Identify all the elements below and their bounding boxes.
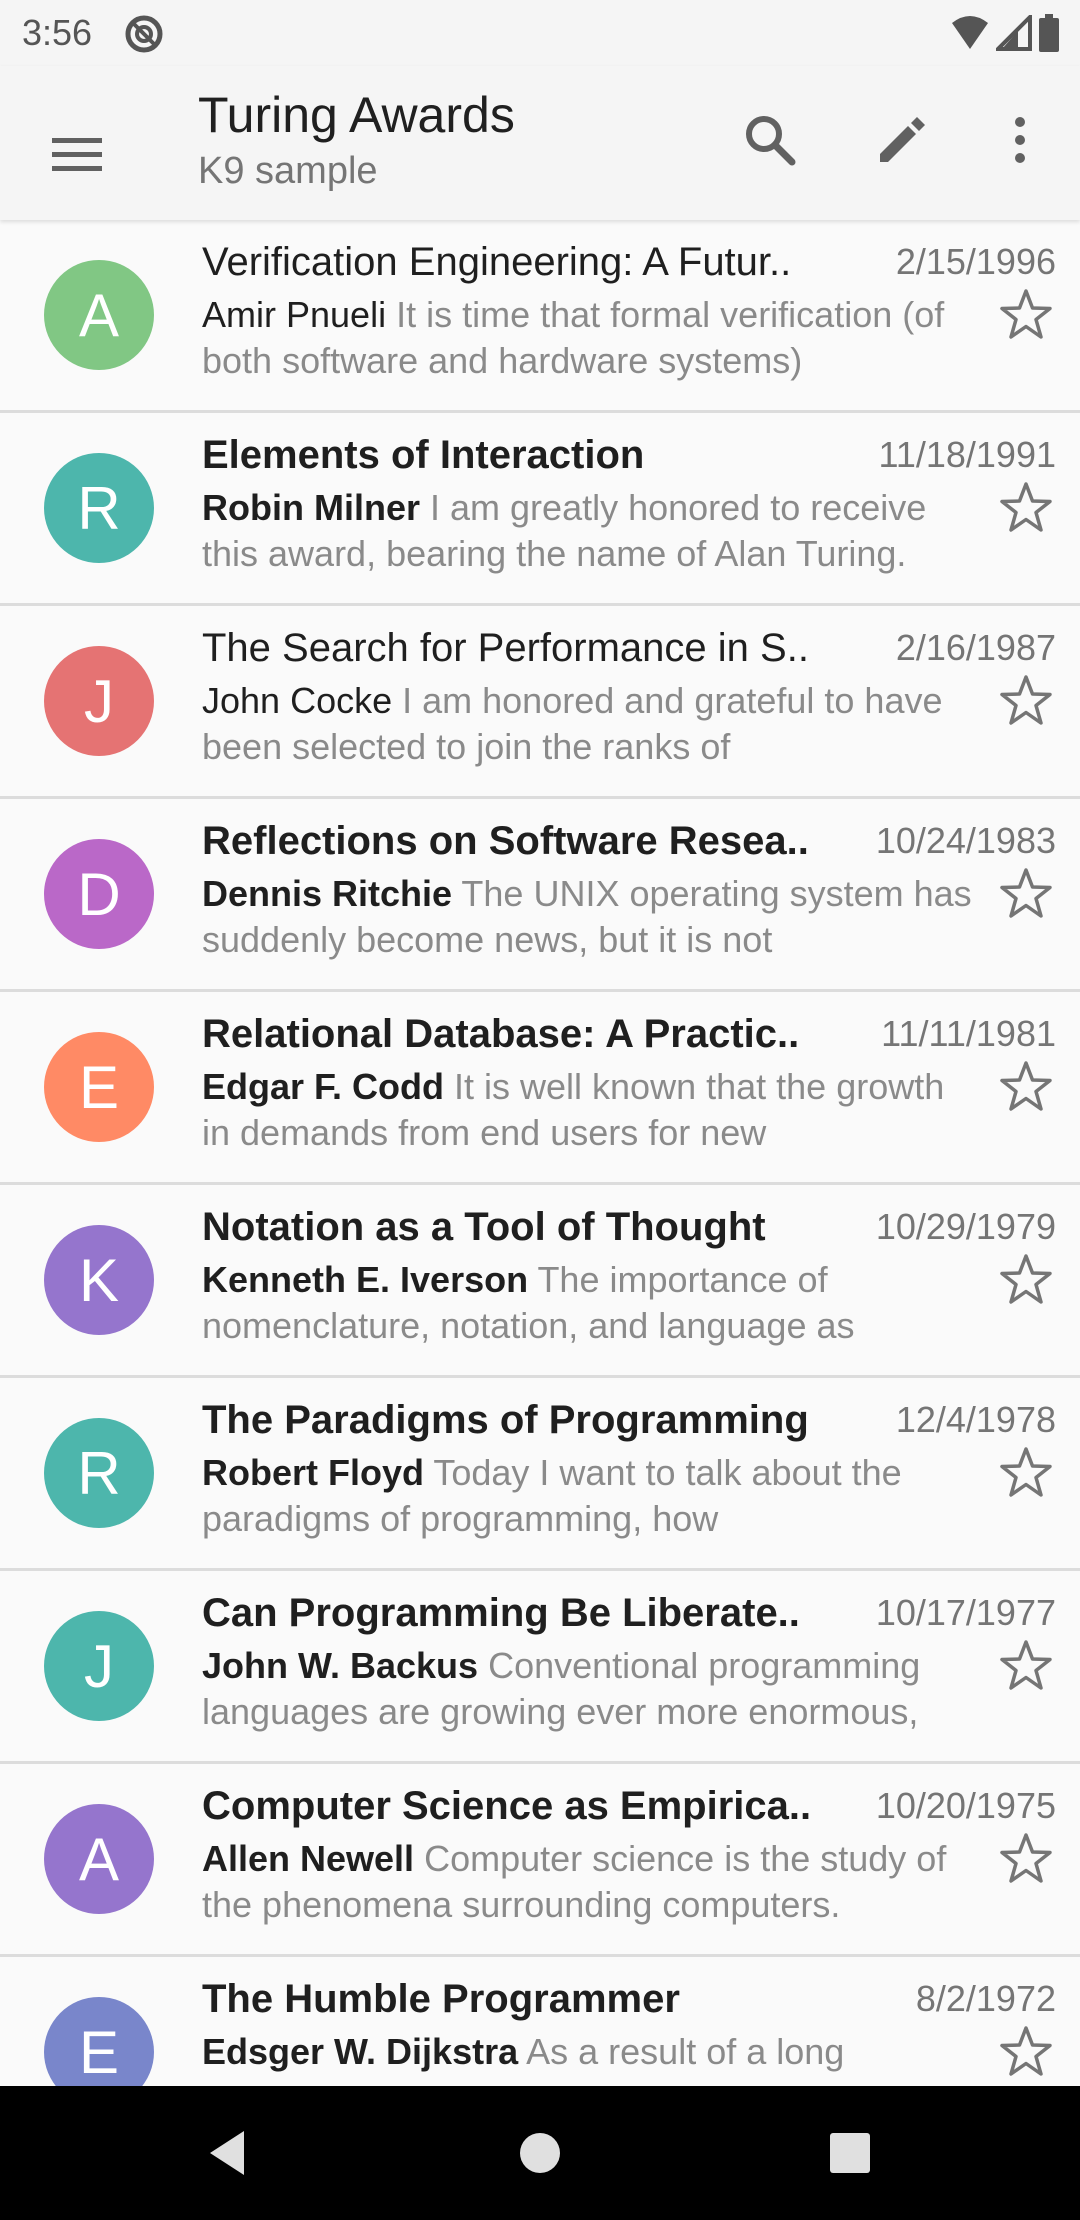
message-subject: Relational Database: A Practic.. <box>202 1012 800 1056</box>
sender-avatar[interactable]: D <box>44 839 154 949</box>
message-preview: Allen Newell Computer science is the stu… <box>202 1836 982 1928</box>
message-list: A Verification Engineering: A Futur.. 2/… <box>0 220 1080 2086</box>
back-icon[interactable] <box>200 2123 260 2183</box>
message-preview: Edsger W. Dijkstra As a result of a long <box>202 2029 982 2086</box>
sync-icon <box>124 14 164 54</box>
message-date: 10/29/1979 <box>875 1206 1056 1247</box>
message-date: 10/17/1977 <box>875 1592 1056 1633</box>
sender-avatar[interactable]: A <box>44 1804 154 1914</box>
sender-avatar[interactable]: E <box>44 1032 154 1142</box>
cell-signal-icon <box>993 12 1032 56</box>
message-row[interactable]: R Elements of Interaction 11/18/1991 Rob… <box>0 413 1080 606</box>
message-subject: Notation as a Tool of Thought <box>202 1205 766 1249</box>
message-date: 10/20/1975 <box>875 1785 1056 1826</box>
message-sender: Kenneth E. Iverson <box>202 1259 529 1300</box>
message-subject: The Humble Programmer <box>202 1977 680 2021</box>
message-date: 12/4/1978 <box>895 1399 1056 1440</box>
message-date: 2/16/1987 <box>895 627 1056 668</box>
message-subject: Reflections on Software Resea.. <box>202 819 809 863</box>
message-preview: Amir Pnueli It is time that formal verif… <box>202 292 982 384</box>
wifi-icon <box>950 15 990 56</box>
status-icons <box>950 12 1060 57</box>
sender-avatar[interactable]: E <box>44 1997 154 2086</box>
more-vert-icon[interactable] <box>980 100 1060 180</box>
app-bar: Turing Awards K9 sample <box>0 66 1080 220</box>
message-subject: Verification Engineering: A Futur.. <box>202 240 792 284</box>
message-sender: Amir Pnueli <box>202 294 387 335</box>
message-preview: Kenneth E. Iverson The importance of nom… <box>202 1257 982 1349</box>
message-preview: Robert Floyd Today I want to talk about … <box>202 1450 982 1542</box>
message-sender: Dennis Ritchie <box>202 873 453 914</box>
message-sender: Edsger W. Dijkstra <box>202 2031 519 2072</box>
home-icon[interactable] <box>510 2123 570 2183</box>
message-snippet: As a result of a long <box>526 2031 845 2072</box>
message-preview: Robin Milner I am greatly honored to rec… <box>202 485 982 577</box>
message-row[interactable]: R The Paradigms of Programming 12/4/1978… <box>0 1378 1080 1571</box>
star-icon[interactable] <box>996 1637 1056 1697</box>
message-date: 11/18/1991 <box>878 434 1056 475</box>
message-sender: Robin Milner <box>202 487 420 528</box>
star-icon[interactable] <box>996 1444 1056 1504</box>
star-icon[interactable] <box>996 672 1056 732</box>
navigation-bar <box>0 2086 1080 2220</box>
sender-avatar[interactable]: K <box>44 1225 154 1335</box>
message-sender: John W. Backus <box>202 1645 479 1686</box>
search-icon[interactable] <box>730 100 810 180</box>
message-row[interactable]: J Can Programming Be Liberate.. 10/17/19… <box>0 1571 1080 1764</box>
star-icon[interactable] <box>996 286 1056 346</box>
sender-avatar[interactable]: J <box>44 1611 154 1721</box>
recents-icon[interactable] <box>820 2123 880 2183</box>
message-date: 8/2/1972 <box>915 1978 1056 2019</box>
message-row[interactable]: E Relational Database: A Practic.. 11/11… <box>0 992 1080 1185</box>
compose-pencil-icon[interactable] <box>862 100 942 180</box>
sender-avatar[interactable]: J <box>44 646 154 756</box>
star-icon[interactable] <box>996 1058 1056 1118</box>
message-date: 10/24/1983 <box>875 820 1056 861</box>
message-row[interactable]: K Notation as a Tool of Thought 10/29/19… <box>0 1185 1080 1378</box>
message-date: 11/11/1981 <box>881 1013 1056 1054</box>
menu-icon[interactable] <box>38 116 118 196</box>
title-block: Turing Awards K9 sample <box>198 84 515 196</box>
message-subject: Computer Science as Empirica.. <box>202 1784 812 1828</box>
sender-avatar[interactable]: R <box>44 1418 154 1528</box>
message-preview: Dennis Ritchie The UNIX operating system… <box>202 871 982 963</box>
message-subject: Can Programming Be Liberate.. <box>202 1591 800 1635</box>
star-icon[interactable] <box>996 1830 1056 1890</box>
message-preview: Edgar F. Codd It is well known that the … <box>202 1064 982 1156</box>
message-subject: Elements of Interaction <box>202 433 645 477</box>
page-title: Turing Awards <box>198 87 515 143</box>
sender-avatar[interactable]: R <box>44 453 154 563</box>
star-icon[interactable] <box>996 2023 1056 2083</box>
message-sender: Allen Newell <box>202 1838 415 1879</box>
message-sender: Edgar F. Codd <box>202 1066 444 1107</box>
message-date: 2/15/1996 <box>895 241 1056 282</box>
star-icon[interactable] <box>996 1251 1056 1311</box>
message-subject: The Search for Performance in S.. <box>202 626 809 670</box>
message-subject: The Paradigms of Programming <box>202 1398 809 1442</box>
status-bar: 3:56 <box>0 0 1080 66</box>
message-row[interactable]: E The Humble Programmer 8/2/1972 Edsger … <box>0 1957 1080 2086</box>
message-row[interactable]: D Reflections on Software Resea.. 10/24/… <box>0 799 1080 992</box>
message-row[interactable]: A Verification Engineering: A Futur.. 2/… <box>0 220 1080 413</box>
battery-icon <box>1038 14 1060 57</box>
star-icon[interactable] <box>996 865 1056 925</box>
message-row[interactable]: J The Search for Performance in S.. 2/16… <box>0 606 1080 799</box>
status-time: 3:56 <box>22 12 93 53</box>
sender-avatar[interactable]: A <box>44 260 154 370</box>
message-preview: John Cocke I am honored and grateful to … <box>202 678 982 770</box>
message-sender: Robert Floyd <box>202 1452 424 1493</box>
message-preview: John W. Backus Conventional programming … <box>202 1643 982 1735</box>
account-subtitle: K9 sample <box>198 150 378 192</box>
star-icon[interactable] <box>996 479 1056 539</box>
message-row[interactable]: A Computer Science as Empirica.. 10/20/1… <box>0 1764 1080 1957</box>
message-sender: John Cocke <box>202 680 393 721</box>
